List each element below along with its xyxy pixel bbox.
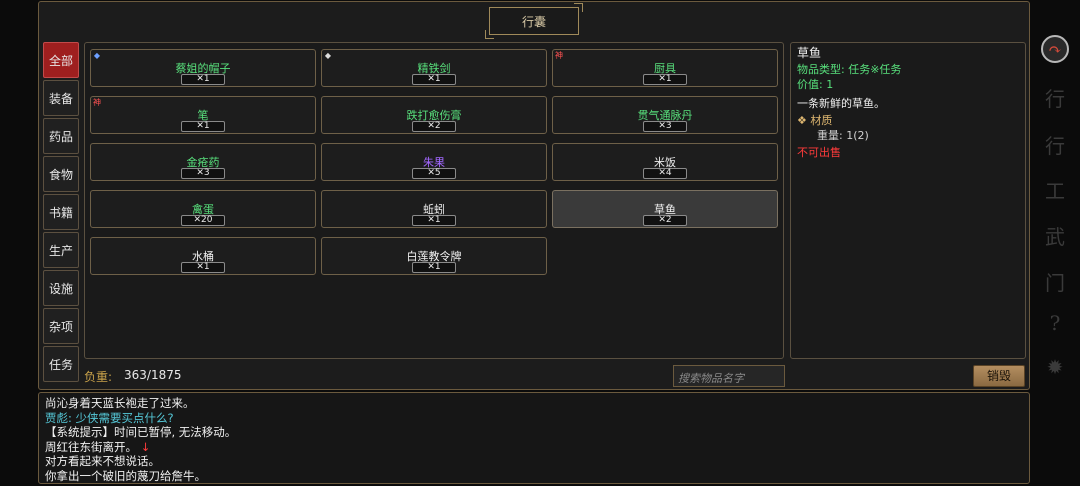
detail-item-type: 物品类型: 任务※任务 [797,63,902,76]
detail-item-desc: 一条新鲜的草鱼。 [797,97,885,110]
item-slot[interactable]: 水桶 ✕1 [90,237,316,275]
item-quantity: ✕1 [412,262,456,273]
category-tab[interactable]: 设施 [43,270,79,306]
log-text: 你拿出一个破旧的蔑刀给詹牛。 [45,468,206,483]
log-line: 对方看起来不想说话。 [45,454,1023,469]
category-tab[interactable]: 食物 [43,156,79,192]
down-arrow-icon: ↓ [137,439,151,454]
category-tab[interactable]: 书籍 [43,194,79,230]
action-toggle-icon[interactable]: ↷ [1038,32,1072,66]
item-slot[interactable]: 草鱼 ✕2 [552,190,778,228]
category-tab[interactable]: 生产 [43,232,79,268]
item-slot[interactable]: ◆ 蔡姐的帽子 ✕1 [90,49,316,87]
item-quantity: ✕3 [643,121,687,132]
settings-icon[interactable]: ✹ [1038,350,1072,384]
work-icon[interactable]: 工 [1038,172,1072,206]
item-quantity: ✕3 [181,168,225,179]
item-quantity: ✕4 [643,168,687,179]
item-quantity: ✕1 [181,74,225,85]
item-quantity: ✕1 [181,262,225,273]
right-menu-rail: ↷ 行行工武门? ✹ [1030,0,1080,486]
item-slot[interactable]: 米饭 ✕4 [552,143,778,181]
detail-unsellable: 不可出售 [797,146,841,159]
category-tab[interactable]: 任务 [43,346,79,382]
item-quantity: ✕1 [412,74,456,85]
search-input[interactable]: 搜索物品名字 [673,365,785,387]
martial-icon[interactable]: 武 [1038,218,1072,252]
destroy-button[interactable]: 销毁 [973,365,1025,387]
item-slot[interactable]: 跌打愈伤膏 ✕2 [321,96,547,134]
message-log: 尚沁身着天蓝长袍走了过来。 贾彪: 少侠需要买点什么? 【系统提示】时间已暂停, 无… [38,392,1030,484]
weight-label: 负重: [84,370,113,384]
action-icon[interactable]: 行 [1038,80,1072,114]
log-line: 贾彪: 少侠需要买点什么? [45,411,1023,426]
log-line: 你拿出一个破旧的蔑刀给詹牛。 [45,469,1023,484]
log-text: 尚沁身着天蓝长袍走了过来。 [45,396,195,410]
item-grid: ◆ 蔡姐的帽子 ✕1 ◆ 精铁剑 ✕1 神厨具 ✕1 神笔 ✕1 跌打愈伤膏 ✕2 贯气通脉丹 ✕3 金疮药… [84,42,784,359]
help-icon[interactable]: ? [1038,306,1072,340]
detail-weight: 重量: 1(2) [817,129,869,142]
item-slot[interactable]: 白莲教令牌 ✕1 [321,237,547,275]
detail-material-label: ❖ 材质 [797,114,833,127]
item-slot[interactable]: 神厨具 ✕1 [552,49,778,87]
item-quantity: ✕2 [643,215,687,226]
item-quantity: ✕2 [412,121,456,132]
item-quantity: ✕20 [181,215,225,226]
category-tab[interactable]: 全部 [43,42,79,78]
log-line: 尚沁身着天蓝长袍走了过来。 [45,396,1023,411]
inventory-panel: 行囊 全部 装备 药品 食物 书籍 生产 设施 杂项 任务 ◆ 蔡姐的帽子 ✕1 ◆ 精铁剑 ✕1 神厨具 ✕… [38,1,1030,390]
item-slot[interactable]: 蚯蚓 ✕1 [321,190,547,228]
item-quantity: ✕1 [412,215,456,226]
log-line: 【系统提示】时间已暂停, 无法移动。 [45,425,1023,440]
detail-item-value: 价值: 1 [797,78,834,91]
category-tab[interactable]: 杂项 [43,308,79,344]
log-text: 周红往东街离开。 [45,439,137,454]
category-tab[interactable]: 装备 [43,80,79,116]
detail-item-name: 草鱼 [797,46,822,60]
item-slot[interactable]: 朱果 ✕5 [321,143,547,181]
item-slot[interactable]: ◆ 精铁剑 ✕1 [321,49,547,87]
log-text: 对方看起来不想说话。 [45,454,160,468]
log-text: 贾彪: 少侠需要买点什么? [45,410,174,425]
bag-icon[interactable]: 行 [1038,127,1072,161]
category-tab[interactable]: 药品 [43,118,79,154]
item-slot[interactable]: 金疮药 ✕3 [90,143,316,181]
weight-value: 363/1875 [124,368,182,382]
item-quantity: ✕5 [412,168,456,179]
item-quantity: ✕1 [643,74,687,85]
item-slot[interactable]: 贯气通脉丹 ✕3 [552,96,778,134]
item-detail-panel: 草鱼 物品类型: 任务※任务 价值: 1 一条新鲜的草鱼。 ❖ 材质 重量: 1… [790,42,1026,359]
sect-icon[interactable]: 门 [1038,264,1072,298]
item-slot[interactable]: 禽蛋 ✕20 [90,190,316,228]
item-quantity: ✕1 [181,121,225,132]
log-line: 周红往东街离开。 ↓ [45,440,1023,455]
category-tabs: 全部 装备 药品 食物 书籍 生产 设施 杂项 任务 [43,42,79,384]
log-text: 【系统提示】时间已暂停, 无法移动。 [45,425,237,439]
item-slot[interactable]: 神笔 ✕1 [90,96,316,134]
panel-title: 行囊 [485,3,583,39]
